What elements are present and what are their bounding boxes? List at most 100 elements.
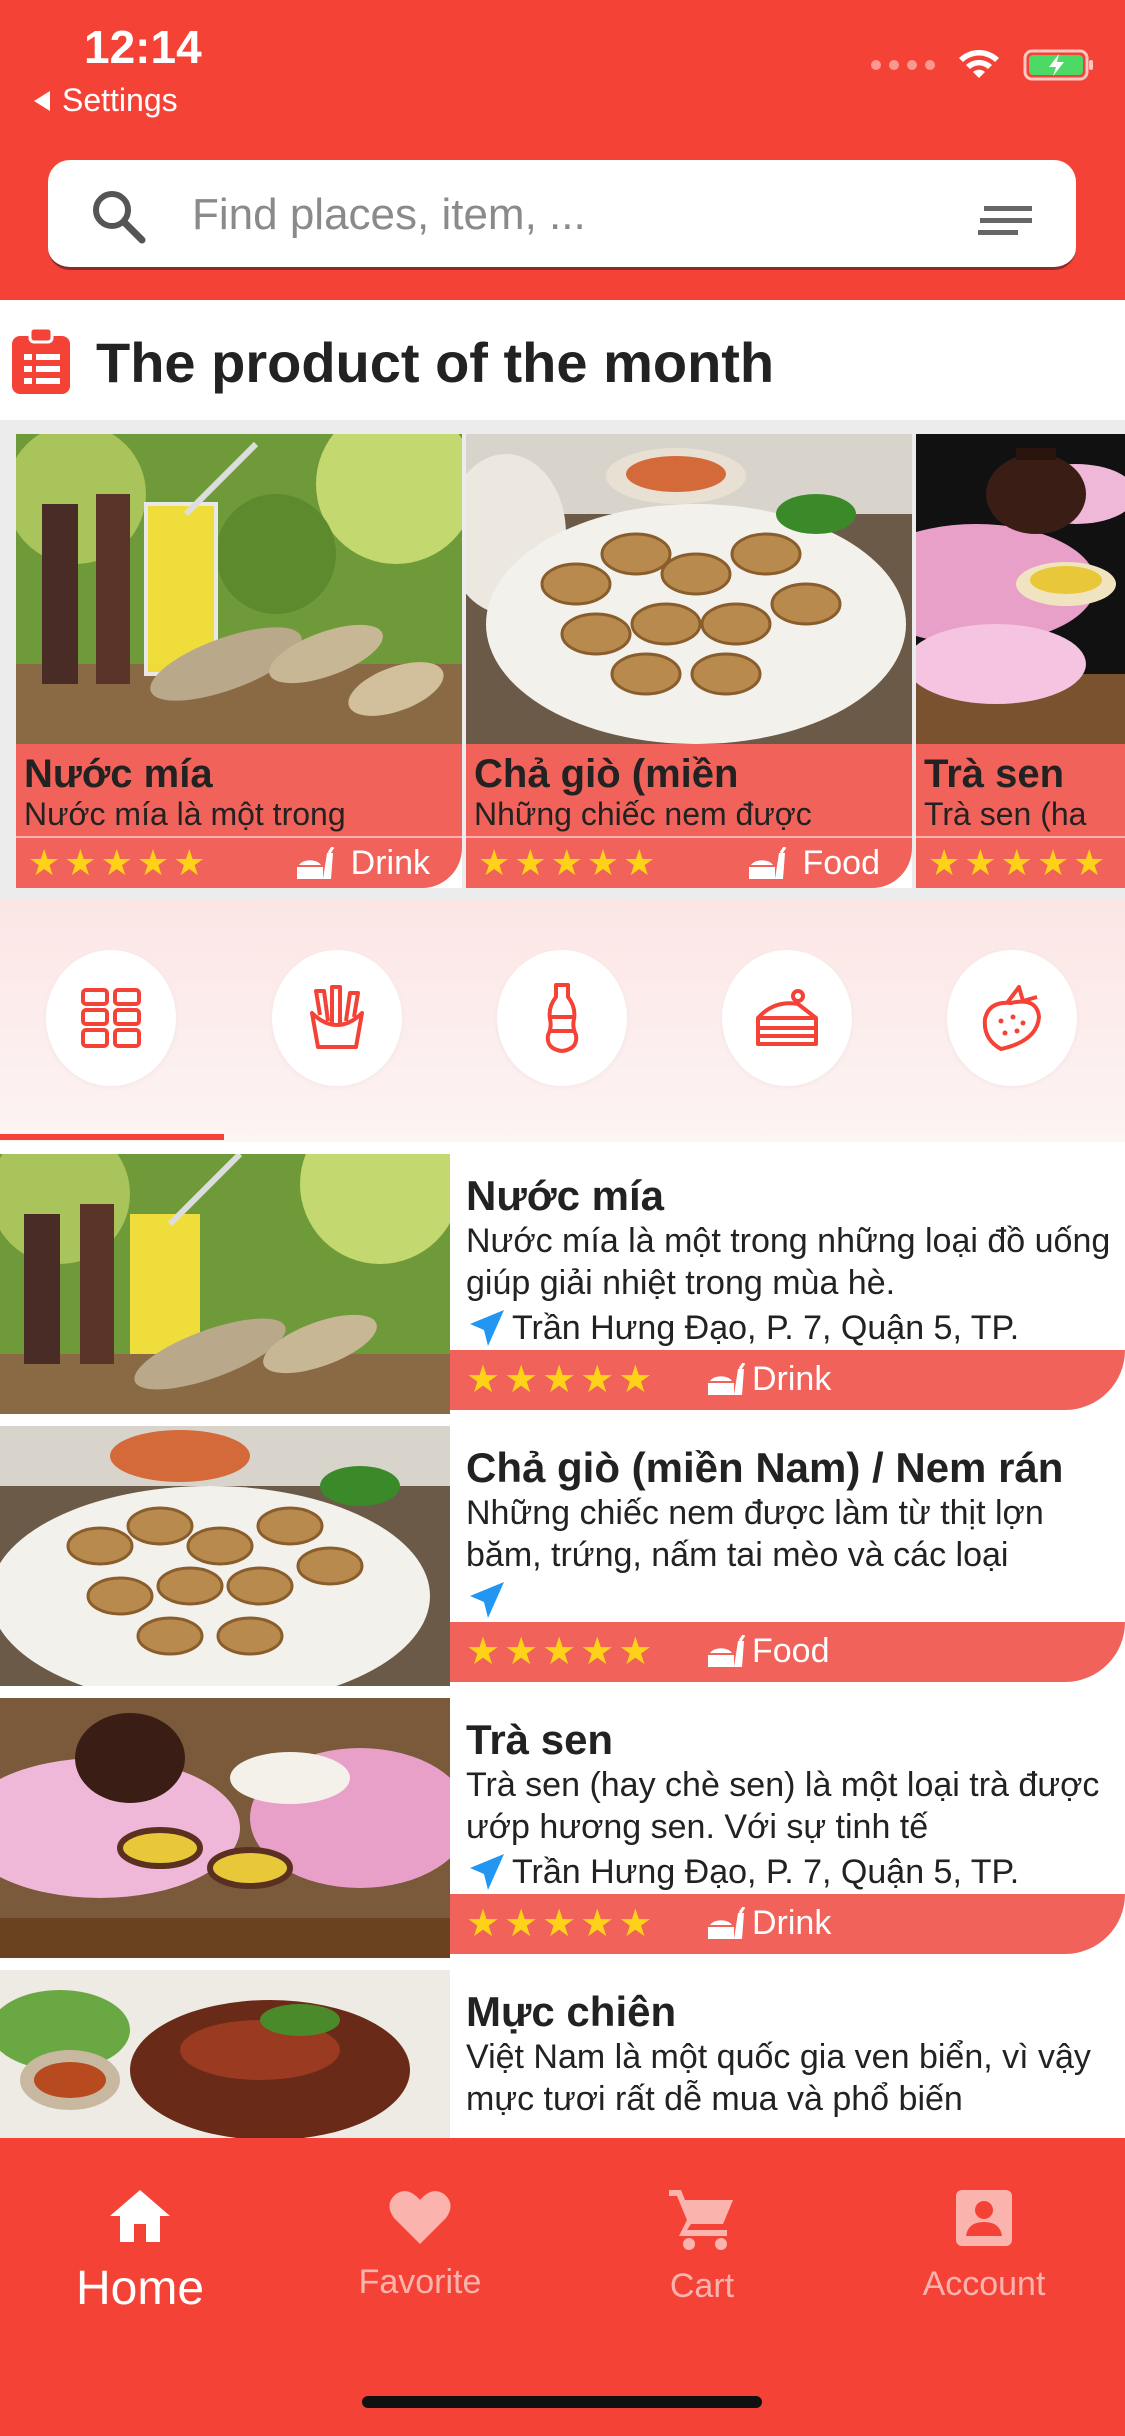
star-icon: ★ [618, 1631, 653, 1673]
search-input[interactable]: Find places, item, ... [192, 190, 586, 240]
category-label: Drink [350, 844, 430, 882]
navigation-icon [470, 1582, 504, 1618]
item-title: Trà sen [466, 1716, 614, 1763]
navigation-icon [470, 1310, 504, 1346]
star-icon: ★ [580, 1903, 615, 1945]
product-list[interactable]: Nước mía Nước mía là một trong những loạ… [0, 1142, 1125, 2138]
star-icon: ★ [514, 842, 547, 883]
rating-stars: ★ ★ ★ ★ ★ [450, 1361, 652, 1399]
star-icon: ★ [623, 842, 656, 883]
item-location: Trần Hưng Đạo, P. 7, Quận 5, TP. [466, 1852, 1019, 1892]
star-icon: ★ [100, 842, 133, 883]
category-label: Drink [752, 1360, 832, 1398]
strawberry-icon [982, 985, 1041, 1051]
cart-icon [669, 2190, 733, 2250]
star-icon: ★ [586, 842, 620, 883]
food-drink-icon [708, 1362, 746, 1395]
signal-icon [871, 60, 935, 70]
search-bar[interactable]: Find places, item, ... [48, 160, 1076, 270]
category-food-button[interactable] [272, 950, 402, 1086]
status-indicators [871, 48, 1095, 82]
item-meta: ★ ★ ★ ★ ★ Food [450, 1622, 1125, 1682]
category-all-button[interactable] [46, 950, 176, 1086]
nav-favorite-label: Favorite [358, 2263, 482, 2301]
star-icon: ★ [504, 1631, 539, 1673]
back-to-settings[interactable]: Settings [32, 82, 178, 119]
star-icon: ★ [542, 1903, 577, 1945]
food-drink-icon [708, 1906, 746, 1939]
cake-icon [756, 989, 818, 1046]
star-icon: ★ [542, 1359, 577, 1401]
category-label: Food [752, 1632, 830, 1670]
list-item[interactable]: Mực chiên Việt Nam là một quốc gia ven b… [0, 1958, 1125, 2138]
star-icon: ★ [504, 1903, 539, 1945]
list-item[interactable]: Trà sen Trà sen (hay chè sen) là một loạ… [0, 1686, 1125, 1958]
bottle-icon [545, 983, 579, 1053]
featured-desc: Nước mía là một trong [24, 796, 346, 832]
food-drink-icon [748, 846, 786, 879]
section-header: The product of the month [0, 300, 1125, 420]
item-image [0, 1154, 450, 1414]
star-icon: ★ [1000, 842, 1033, 883]
featured-desc: Trà sen (ha [924, 796, 1087, 832]
item-desc: Nước mía là một trong những loại đồ uống… [466, 1222, 1111, 1302]
category-label: Food [802, 844, 881, 882]
account-icon [956, 2190, 1012, 2246]
star-icon: ★ [466, 1903, 501, 1945]
featured-image [916, 434, 1125, 744]
nav-home[interactable]: Home [30, 2188, 250, 2316]
star-icon: ★ [580, 1631, 615, 1673]
fries-icon [310, 985, 364, 1049]
star-icon: ★ [504, 1359, 539, 1401]
bottom-navigation: Home Favorite Cart Account [0, 2138, 1125, 2436]
location-text: Trần Hưng Đạo, P. 7, Quận 5, TP. [512, 1852, 1020, 1891]
wifi-icon [959, 50, 999, 78]
featured-title: Trà sen [924, 752, 1065, 796]
item-meta: ★ ★ ★ ★ ★ Drink [450, 1350, 1125, 1410]
nav-account[interactable]: Account [874, 2188, 1094, 2304]
featured-card[interactable]: Nước mía Nước mía là một trong ★ ★ ★ ★ ★ Dri… [16, 434, 462, 888]
heart-icon [389, 2191, 451, 2244]
star-icon: ★ [618, 1903, 653, 1945]
category-drink-button[interactable] [497, 950, 627, 1086]
star-icon: ★ [28, 842, 61, 883]
featured-info: Trà sen Trà sen (ha ★ ★ ★ ★ ★ [916, 744, 1125, 888]
star-icon: ★ [964, 842, 997, 883]
nav-cart[interactable]: Cart [592, 2188, 812, 2306]
featured-meta: ★ ★ ★ ★ ★ Drink [16, 836, 462, 888]
nav-home-label: Home [75, 2262, 205, 2315]
star-icon: ★ [466, 1359, 501, 1401]
featured-card[interactable]: Trà sen Trà sen (ha ★ ★ ★ ★ ★ [916, 434, 1125, 888]
item-location [466, 1580, 512, 1620]
food-drink-icon [296, 846, 334, 879]
category-filter-row [0, 900, 1125, 1142]
location-text: Trần Hưng Đạo, P. 7, Quận 5, TP. [512, 1308, 1020, 1347]
category-fruit-button[interactable] [947, 950, 1077, 1086]
category-dessert-button[interactable] [722, 950, 852, 1086]
featured-meta: ★ ★ ★ ★ ★ Food [466, 836, 912, 888]
rating-stars: ★ ★ ★ ★ ★ [916, 845, 1105, 881]
star-icon: ★ [136, 842, 170, 883]
item-title: Chả giò (miền Nam) / Nem rán [466, 1444, 1064, 1491]
food-drink-icon [708, 1634, 746, 1667]
filter-icon[interactable] [978, 206, 1032, 236]
featured-image [16, 434, 462, 744]
category-label: Drink [752, 1904, 832, 1942]
star-icon: ★ [928, 842, 961, 883]
featured-card[interactable]: Chả giò (miền Những chiếc nem được ★ ★ ★ ★ ★… [466, 434, 912, 888]
navigation-icon [470, 1854, 504, 1890]
star-icon: ★ [1036, 842, 1070, 883]
clipboard-icon [12, 328, 70, 394]
category-tag: Drink [295, 844, 430, 883]
category-tag: Food [706, 1632, 830, 1671]
list-item[interactable]: Chả giò (miền Nam) / Nem rán Những chiếc… [0, 1414, 1125, 1686]
list-item[interactable]: Nước mía Nước mía là một trong những loạ… [0, 1142, 1125, 1414]
rating-stars: ★ ★ ★ ★ ★ [466, 845, 655, 881]
nav-cart-label: Cart [669, 2267, 735, 2305]
star-icon: ★ [618, 1359, 653, 1401]
featured-title: Nước mía [24, 752, 213, 796]
rating-stars: ★ ★ ★ ★ ★ [450, 1905, 652, 1943]
featured-carousel[interactable]: Nước mía Nước mía là một trong ★ ★ ★ ★ ★ Dri… [0, 420, 1125, 900]
rating-stars: ★ ★ ★ ★ ★ [16, 845, 205, 881]
nav-favorite[interactable]: Favorite [310, 2188, 530, 2302]
